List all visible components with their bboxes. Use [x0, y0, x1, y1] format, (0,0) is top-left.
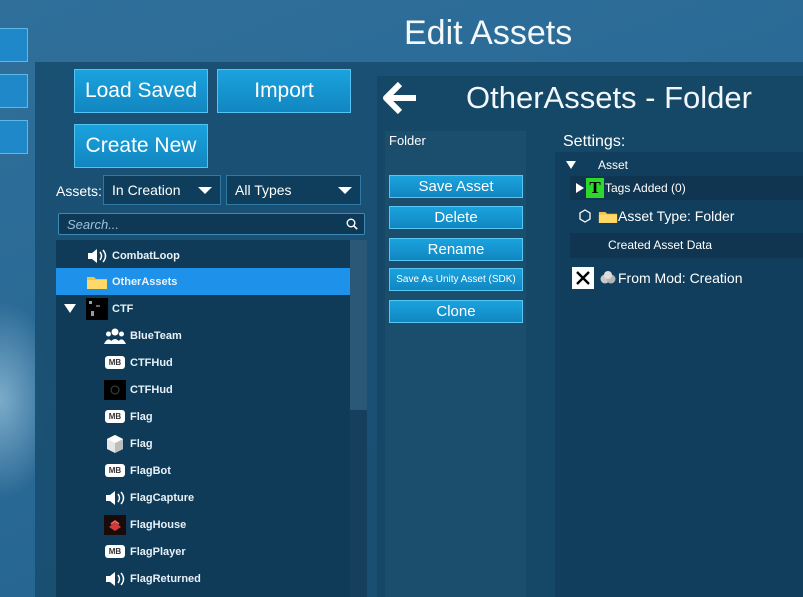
save-asset-button[interactable]: Save Asset — [389, 175, 523, 198]
mb-icon: MB — [104, 353, 126, 373]
tools-icon — [572, 267, 594, 289]
search-input[interactable] — [59, 215, 339, 233]
team-icon — [104, 326, 126, 346]
tree-item-blueteam[interactable]: BlueTeam — [56, 322, 350, 349]
tree-item-flag-model[interactable]: Flag — [56, 430, 350, 457]
ctf-icon — [86, 297, 108, 320]
hud-image-icon — [104, 379, 126, 400]
tree-item-label: BlueTeam — [130, 329, 182, 342]
delete-button[interactable]: Delete — [389, 206, 523, 229]
tags-added-label: Tags Added (0) — [605, 181, 686, 195]
tree-item-ctfhud-script[interactable]: MB CTFHud — [56, 349, 350, 376]
mb-icon: MB — [104, 542, 126, 562]
search-icon[interactable] — [346, 218, 358, 230]
tree-item-label: CombatLoop — [112, 249, 180, 262]
mb-icon: MB — [104, 461, 126, 481]
tree-item-label: FlagPlayer — [130, 545, 186, 558]
from-mod-label: From Mod: Creation — [618, 270, 743, 286]
hexagon-icon — [579, 209, 591, 223]
created-asset-data-label: Created Asset Data — [608, 238, 713, 252]
mb-badge: MB — [105, 545, 125, 558]
page-title: Edit Assets — [404, 14, 573, 52]
type-dropdown[interactable]: All Types — [226, 175, 361, 205]
tree-item-label: Flag — [130, 437, 153, 450]
from-mod-row: From Mod: Creation — [572, 266, 742, 290]
asset-type-row: Asset Type: Folder — [578, 206, 734, 226]
clone-button[interactable]: Clone — [389, 300, 523, 323]
tree-scrollbar-thumb[interactable] — [350, 240, 367, 410]
type-dropdown-value: All Types — [235, 182, 292, 198]
asset-type-header: Folder — [389, 133, 426, 148]
tree-item-label: FlagHouse — [130, 518, 187, 531]
tree-item-label: FlagCapture — [130, 491, 195, 504]
tree-item-flaghouse[interactable]: FlagHouse — [56, 511, 350, 538]
side-tab-2[interactable] — [0, 74, 28, 108]
tree-item-label: CTFHud — [130, 356, 173, 369]
asset-header-label: Asset — [598, 158, 629, 172]
back-arrow-icon[interactable] — [382, 80, 418, 116]
tree-item-flag-script[interactable]: MB Flag — [56, 403, 350, 430]
mb-badge: MB — [105, 464, 125, 477]
speaker-icon — [104, 569, 126, 589]
created-asset-data-row: Created Asset Data — [608, 236, 712, 254]
asset-type-label: Asset Type: Folder — [618, 208, 735, 224]
search-box — [58, 213, 365, 235]
assets-filter-label: Assets: — [56, 183, 102, 199]
tree-item-flagbot[interactable]: MB FlagBot — [56, 457, 350, 484]
mb-badge: MB — [105, 356, 125, 369]
tree-item-label: CTFHud — [130, 383, 173, 396]
mb-badge: MB — [105, 410, 125, 423]
folder-icon — [598, 211, 618, 223]
status-dropdown[interactable]: In Creation — [103, 175, 221, 205]
create-new-button[interactable]: Create New — [74, 124, 208, 168]
status-dropdown-value: In Creation — [112, 182, 181, 198]
tree-item-label: OtherAssets — [112, 275, 178, 288]
tree-item-ctfhud-image[interactable]: CTFHud — [56, 376, 350, 403]
speaker-icon — [86, 246, 108, 266]
rename-button[interactable]: Rename — [389, 238, 523, 261]
tree-item-combatloop[interactable]: CombatLoop — [56, 242, 350, 269]
collapse-triangle-icon[interactable] — [566, 161, 576, 169]
expand-triangle-icon[interactable] — [64, 304, 76, 313]
side-tab-3[interactable] — [0, 120, 28, 154]
tree-item-label: FlagReturned — [130, 572, 201, 585]
speaker-icon — [104, 488, 126, 508]
asset-tree: CombatLoop OtherAssets CTF BlueTeam MB C… — [56, 240, 350, 597]
import-button[interactable]: Import — [217, 69, 351, 113]
tags-added-row[interactable]: T Tags Added (0) — [576, 178, 686, 198]
tree-item-flagplayer[interactable]: MB FlagPlayer — [56, 538, 350, 565]
folder-icon — [86, 272, 108, 292]
load-saved-button[interactable]: Load Saved — [74, 69, 208, 113]
save-unity-asset-button[interactable]: Save As Unity Asset (SDK) — [389, 268, 523, 291]
asset-settings-header[interactable]: Asset — [566, 156, 628, 174]
side-tab-1[interactable] — [0, 28, 28, 62]
settings-label: Settings: — [563, 133, 626, 150]
tree-item-label: CTF — [112, 302, 134, 315]
tree-item-label: FlagBot — [130, 464, 171, 477]
tree-item-otherassets[interactable]: OtherAssets — [56, 268, 350, 295]
chevron-down-icon — [198, 187, 212, 194]
chevron-down-icon — [338, 187, 352, 194]
cube-icon — [104, 434, 126, 454]
tree-item-ctf[interactable]: CTF — [56, 295, 350, 322]
tag-icon: T — [586, 178, 604, 198]
tree-item-label: Flag — [130, 410, 153, 423]
mb-icon: MB — [104, 407, 126, 427]
house-image-icon — [104, 514, 126, 535]
asset-title: OtherAssets - Folder — [466, 80, 752, 115]
puzzle-icon — [600, 271, 616, 284]
tree-item-flagreturned[interactable]: FlagReturned — [56, 565, 350, 592]
action-column: Folder — [385, 131, 526, 597]
tree-item-flagcapture[interactable]: FlagCapture — [56, 484, 350, 511]
expand-triangle-icon[interactable] — [576, 183, 584, 193]
